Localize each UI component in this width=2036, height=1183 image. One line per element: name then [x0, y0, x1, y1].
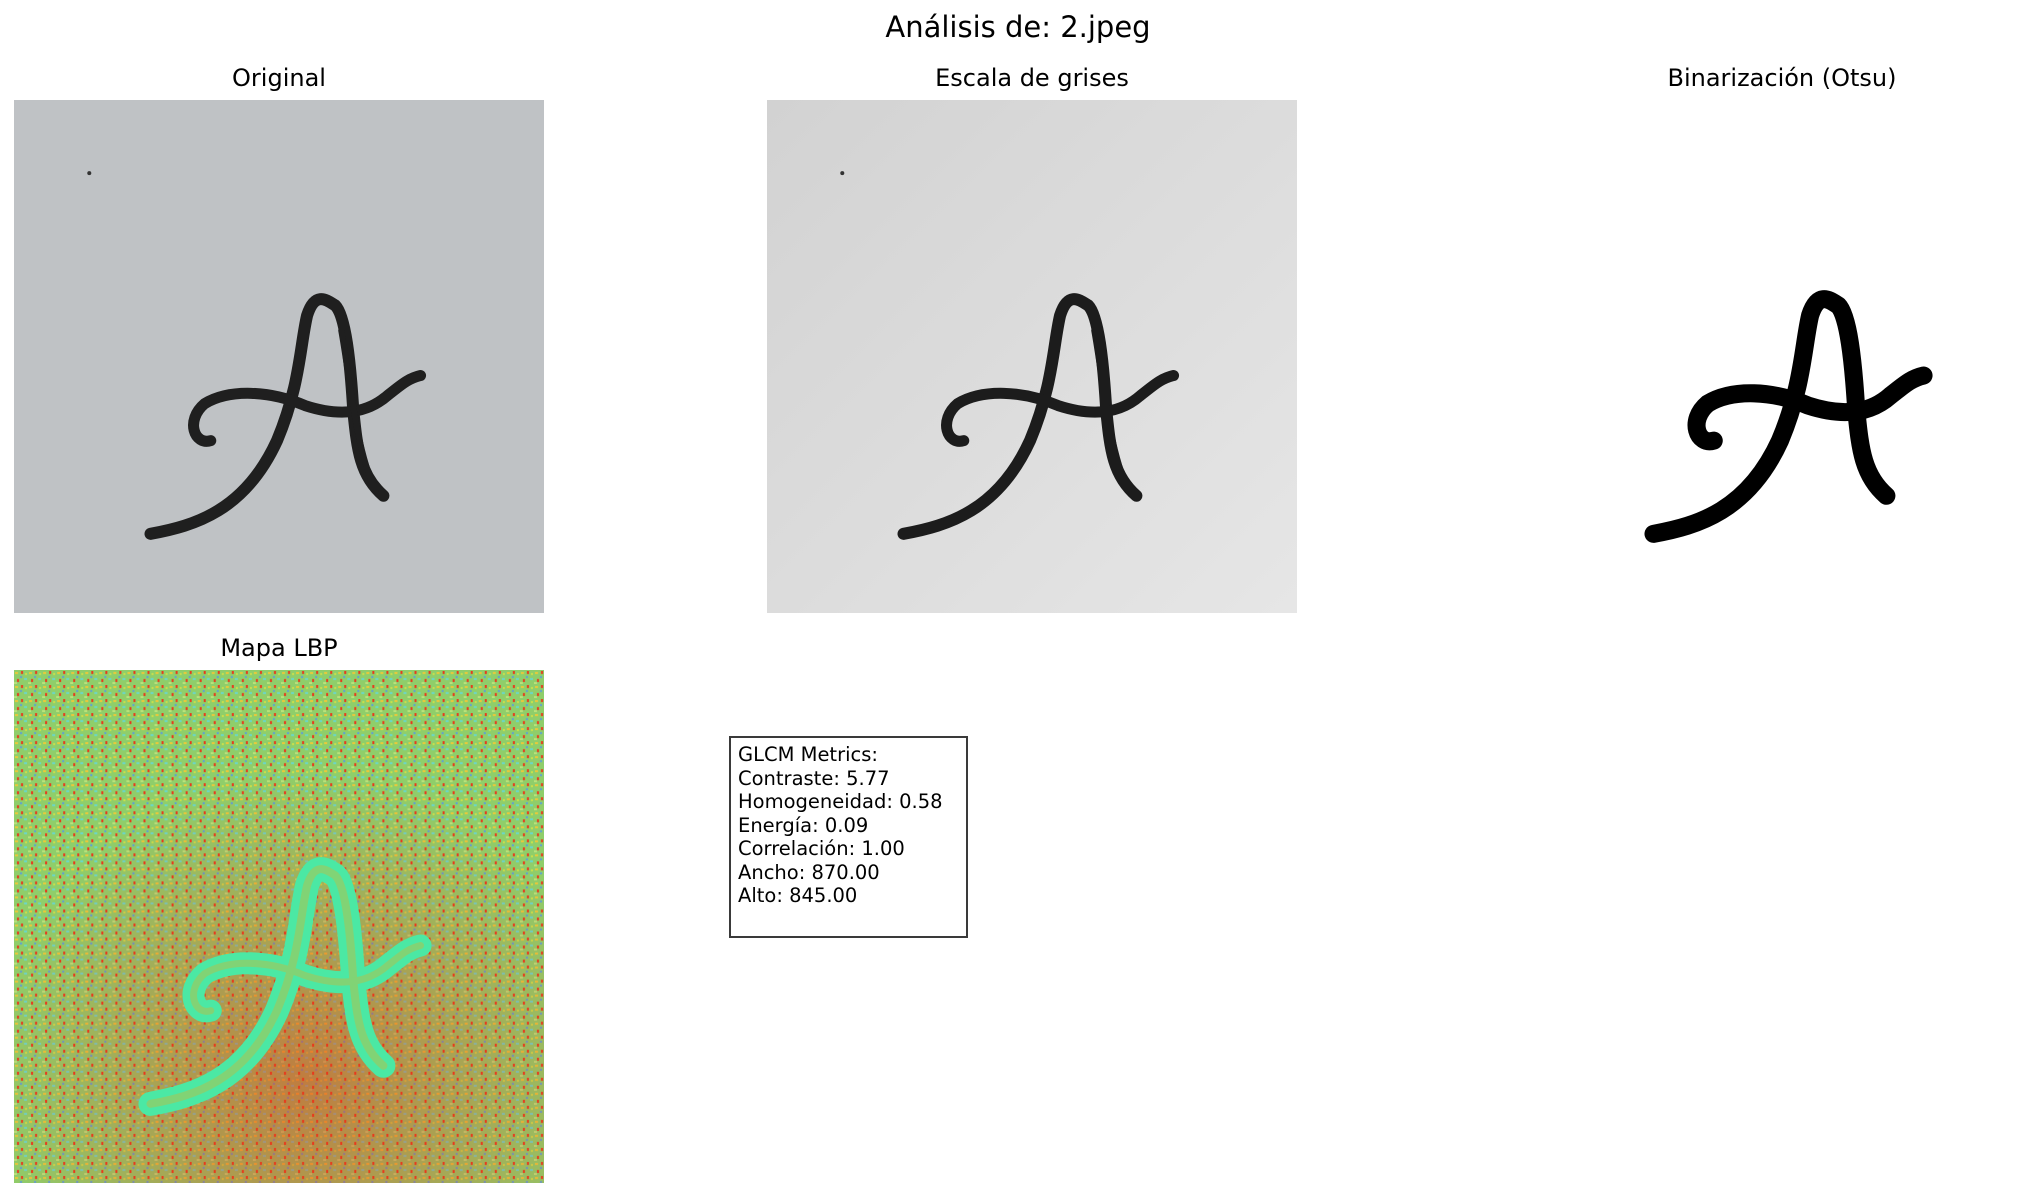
panel-title-lbp: Mapa LBP: [220, 634, 338, 662]
glcm-height: Alto: 845.00: [738, 884, 858, 907]
glcm-contrast: Contraste: 5.77: [738, 766, 890, 790]
original-image: [14, 100, 544, 613]
panel-title-binarized: Binarización (Otsu): [1667, 64, 1897, 92]
original-image-panel: [14, 100, 544, 613]
grayscale-image: [767, 100, 1297, 613]
glcm-homogeneity: Homogeneidad: 0.58: [738, 790, 943, 813]
lbp-image-panel: [14, 670, 544, 1183]
glcm-correlation: Correlación: 1.00: [738, 837, 905, 860]
grayscale-image-panel: [767, 100, 1297, 613]
lbp-map-image: [14, 670, 544, 1183]
glcm-heading: GLCM Metrics:: [738, 743, 878, 766]
binarized-image-panel: [1517, 100, 2036, 613]
panel-title-grayscale: Escala de grises: [935, 64, 1129, 92]
binarized-image: [1517, 100, 2036, 613]
glcm-metrics-box: GLCM Metrics: Contraste: 5.77 Homogeneid…: [729, 736, 968, 938]
glcm-energy: Energía: 0.09: [738, 813, 869, 837]
figure-title: Análisis de: 2.jpeg: [885, 10, 1151, 44]
panel-title-original: Original: [232, 64, 326, 92]
glcm-width: Ancho: 870.00: [738, 860, 880, 884]
